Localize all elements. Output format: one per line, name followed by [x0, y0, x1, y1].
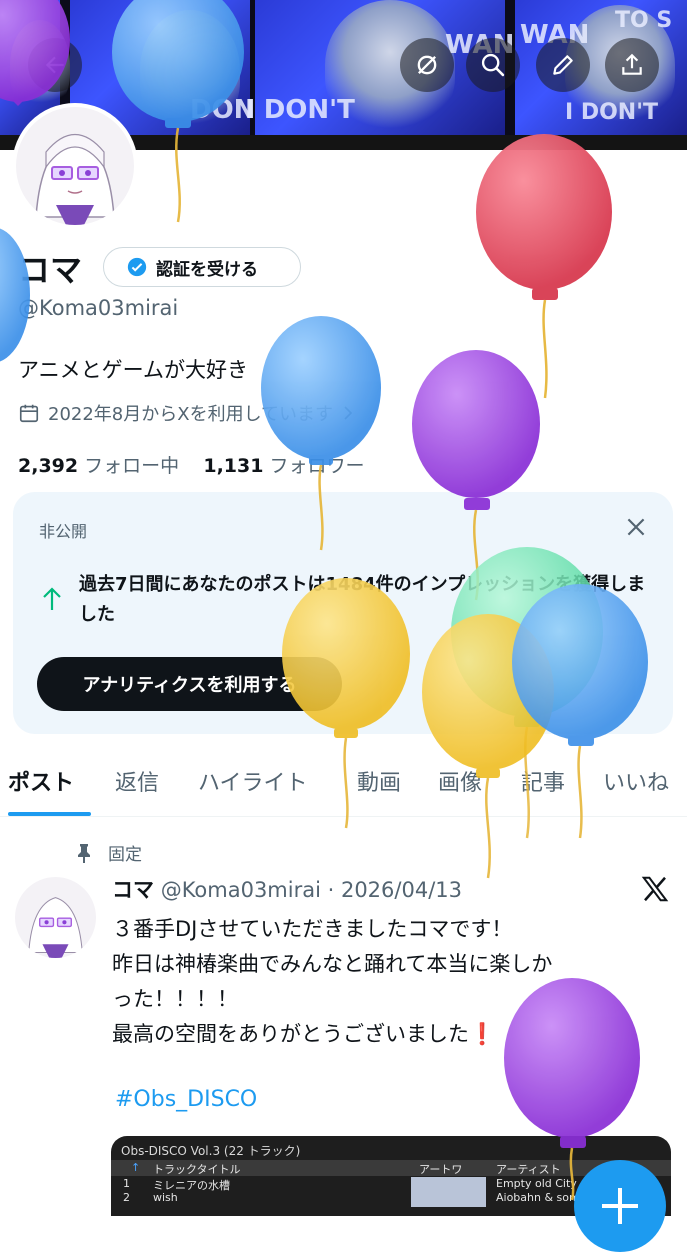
banner-text: I DON'T — [565, 100, 658, 125]
back-button[interactable] — [28, 38, 82, 92]
post-line: 最高の空間をありがとうございました❗️ — [112, 1022, 496, 1046]
post-author-name[interactable]: コマ — [112, 878, 154, 902]
verify-label: 認証を受ける — [156, 259, 258, 280]
tab-articles[interactable]: 記事 — [521, 765, 565, 797]
plus-icon — [602, 1188, 638, 1224]
followers-label: フォロワー — [269, 455, 365, 477]
private-analytics-card: 非公開 過去7日間にあなたのポストは1484件のインプレッションを獲得しました … — [13, 492, 673, 734]
following-count: 2,392 — [18, 455, 79, 477]
post-line: 昨日は神椿楽曲でみんなと踊れて本当に楽しか — [112, 952, 553, 976]
media-row-artist: Empty old City — [496, 1177, 577, 1190]
arrow-left-icon — [45, 56, 64, 74]
active-tab-indicator — [8, 812, 91, 816]
following-label: フォロー中 — [84, 455, 180, 477]
following-link[interactable]: 2,392 フォロー中 — [18, 455, 179, 477]
profile-name: コマ — [18, 251, 83, 289]
post-text: ３番手DJさせていただきましたコマです！ 昨日は神椿楽曲でみんなと踊れて本当に楽… — [112, 912, 657, 1052]
post-header: コマ @Koma03mirai · 2026/04/13 — [112, 874, 462, 904]
banner-text: I DON'T — [245, 95, 355, 125]
tab-likes[interactable]: いいね — [603, 765, 669, 797]
media-col-header: アートワ — [419, 1163, 463, 1176]
calendar-icon — [19, 404, 39, 423]
media-title: Obs-DISCO Vol.3 (22 トラック) — [121, 1144, 301, 1158]
edit-button[interactable] — [536, 38, 590, 92]
analytics-button[interactable]: アナリティクスを利用する — [37, 657, 342, 711]
close-icon[interactable] — [623, 514, 649, 540]
search-button[interactable] — [466, 38, 520, 92]
post-line: ３番手DJさせていただきましたコマです！ — [112, 917, 513, 941]
avatar-illustration — [28, 897, 83, 958]
search-icon — [481, 53, 505, 77]
media-row-num: 2 — [123, 1191, 130, 1204]
post-author-avatar[interactable] — [15, 877, 96, 958]
joined-label: 2022年8月からXを利用しています — [48, 404, 334, 425]
chevron-right-icon — [344, 406, 353, 420]
media-col-header: アーティスト — [496, 1163, 561, 1176]
edit-icon — [553, 55, 573, 75]
compose-post-button[interactable] — [574, 1160, 666, 1252]
banner-text: TO S — [615, 8, 673, 33]
pinned-label: 固定 — [108, 845, 142, 865]
verified-badge-icon — [127, 257, 147, 277]
media-row-num: 1 — [123, 1177, 130, 1190]
post-handle-date[interactable]: @Koma03mirai · 2026/04/13 — [161, 878, 462, 902]
pin-icon — [78, 843, 90, 863]
joined-date[interactable]: 2022年8月からXを利用しています — [18, 400, 355, 426]
profile-tabs: ポスト 返信 ハイライト 動画 画像 記事 いいね — [0, 752, 687, 817]
post-line: った！！！！ — [112, 987, 238, 1011]
tab-videos[interactable]: 動画 — [357, 765, 401, 797]
share-icon — [622, 53, 642, 75]
no-sync-icon — [417, 55, 437, 75]
profile-handle: @Koma03mirai — [18, 296, 179, 320]
tab-replies[interactable]: 返信 — [115, 765, 159, 797]
balloon-icon — [476, 134, 612, 399]
avatar-illustration — [35, 134, 115, 225]
profile-avatar[interactable] — [12, 103, 138, 229]
media-col-header: トラックタイトル — [153, 1163, 241, 1176]
private-label: 非公開 — [39, 522, 88, 541]
impressions-message: 過去7日間にあなたのポストは1484件のインプレッションを獲得しました — [79, 574, 646, 625]
followers-link[interactable]: 1,131 フォロワー — [203, 455, 364, 477]
media-row-title: wish — [153, 1191, 178, 1204]
x-logo-icon[interactable] — [640, 874, 670, 904]
profile-bio: アニメとゲームが大好き — [18, 358, 248, 382]
post-hashtag[interactable]: #Obs_DISCO — [115, 1087, 257, 1112]
arrow-up-icon — [43, 587, 61, 610]
tab-highlights[interactable]: ハイライト — [198, 765, 308, 797]
followers-count: 1,131 — [203, 455, 264, 477]
tab-posts[interactable]: ポスト — [8, 765, 74, 797]
share-button[interactable] — [605, 38, 659, 92]
follow-stats: 2,392 フォロー中 1,131 フォロワー — [18, 451, 365, 478]
no-sync-button[interactable] — [400, 38, 454, 92]
verify-button[interactable]: 認証を受ける — [103, 247, 301, 287]
pinned-indicator: 固定 — [74, 840, 142, 865]
tab-photos[interactable]: 画像 — [438, 765, 482, 797]
